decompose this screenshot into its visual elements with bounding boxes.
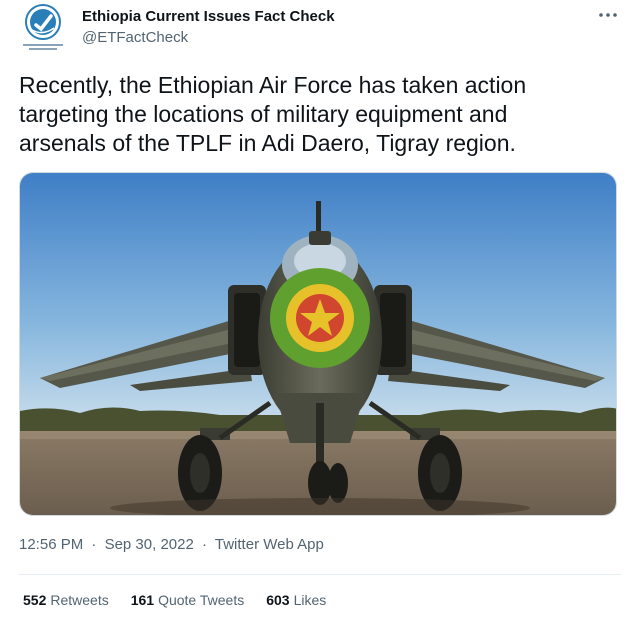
author-handle[interactable]: @ETFactCheck [82,28,335,47]
tweet-time[interactable]: 12:56 PM [19,536,83,553]
fact-check-logo-icon [23,4,63,50]
likes-count: 603 [266,592,290,608]
quote-tweets-stat[interactable]: 161 Quote Tweets [131,592,245,608]
author-display-name[interactable]: Ethiopia Current Issues Fact Check [82,7,335,26]
tweet-card: Ethiopia Current Issues Fact Check @ETFa… [0,0,640,627]
tweet-media-photo[interactable] [19,172,617,516]
more-options-icon [599,13,617,17]
tweet-date[interactable]: Sep 30, 2022 [105,536,194,553]
tweet-text: Recently, the Ethiopian Air Force has ta… [19,72,527,156]
retweets-label: Retweets [50,592,109,608]
retweets-stat[interactable]: 552 Retweets [23,592,109,608]
meta-separator: · [201,536,207,553]
quote-tweets-count: 161 [130,592,155,608]
tweet-source[interactable]: Twitter Web App [215,536,324,553]
quote-tweets-label: Quote Tweets [158,592,245,608]
likes-stat[interactable]: 603 Likes [266,592,326,608]
tweet-metadata: 12:56 PM · Sep 30, 2022 · Twitter Web Ap… [19,536,324,553]
avatar[interactable] [19,3,67,53]
more-options-button[interactable] [596,8,620,22]
meta-separator: · [91,536,97,553]
likes-label: Likes [293,592,327,608]
tweet-stats: 552 Retweets 161 Quote Tweets 603 Likes [23,592,326,608]
retweets-count: 552 [23,592,47,608]
fighter-jet-photo [20,173,616,515]
divider [19,574,621,575]
author-block: Ethiopia Current Issues Fact Check @ETFa… [82,7,335,47]
